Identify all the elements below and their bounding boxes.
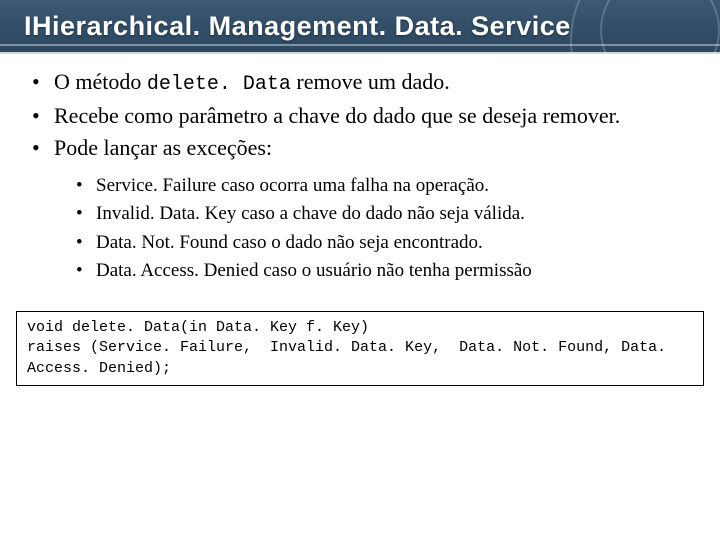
sub-bullet-item: Service. Failure caso ocorra uma falha n…	[74, 174, 690, 198]
slide: IHierarchical. Management. Data. Service…	[0, 0, 720, 540]
sub-bullet-text: Service. Failure caso ocorra uma falha n…	[96, 175, 489, 196]
code-signature-box: void delete. Data(in Data. Key f. Key) r…	[16, 311, 704, 386]
bullet-item: O método delete. Data remove um dado.	[30, 68, 690, 98]
title-bar: IHierarchical. Management. Data. Service	[0, 0, 720, 54]
sub-bullet-item: Data. Access. Denied caso o usuário não …	[74, 259, 690, 283]
slide-body: O método delete. Data remove um dado. Re…	[0, 54, 720, 283]
main-bullet-list: O método delete. Data remove um dado. Re…	[30, 68, 690, 283]
bullet-text: Recebe como parâmetro a chave do dado qu…	[54, 103, 620, 128]
sub-bullet-item: Invalid. Data. Key caso a chave do dado …	[74, 202, 690, 226]
inline-code: delete. Data	[147, 73, 291, 96]
bullet-text: Pode lançar as exceções:	[54, 135, 272, 160]
bullet-text: remove um dado.	[291, 69, 450, 94]
bullet-text: O método	[54, 69, 147, 94]
slide-title: IHierarchical. Management. Data. Service	[0, 0, 720, 42]
bullet-item: Pode lançar as exceções: Service. Failur…	[30, 134, 690, 283]
sub-bullet-text: Data. Access. Denied caso o usuário não …	[96, 260, 532, 281]
sub-bullet-item: Data. Not. Found caso o dado não seja en…	[74, 231, 690, 255]
sub-bullet-list: Service. Failure caso ocorra uma falha n…	[74, 174, 690, 283]
bullet-item: Recebe como parâmetro a chave do dado qu…	[30, 102, 690, 130]
code-line: raises (Service. Failure, Invalid. Data.…	[27, 339, 675, 376]
sub-bullet-text: Invalid. Data. Key caso a chave do dado …	[96, 203, 525, 224]
code-line: void delete. Data(in Data. Key f. Key)	[27, 319, 369, 336]
sub-bullet-text: Data. Not. Found caso o dado não seja en…	[96, 232, 483, 253]
